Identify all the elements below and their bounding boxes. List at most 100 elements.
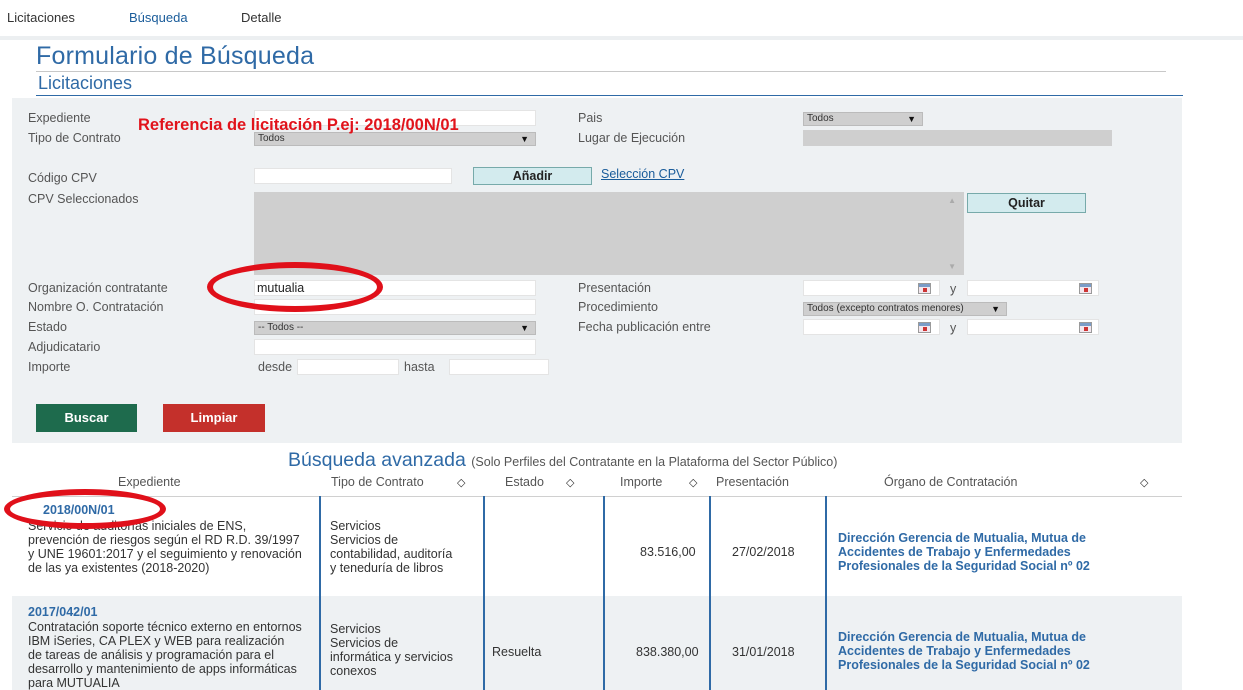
row-divider (12, 496, 1182, 497)
cpv-input[interactable] (254, 168, 452, 184)
desc-line: desarrollo y mantenimiento de apps infor… (28, 662, 297, 676)
reference-hint: Referencia de licitación P.ej: 2018/00N/… (138, 116, 459, 134)
col-header-organo[interactable]: Órgano de Contratación (884, 475, 1017, 489)
column-divider (825, 496, 827, 690)
adjudicatario-input[interactable] (254, 339, 536, 355)
org-line: Profesionales de la Seguridad Social nº … (838, 559, 1090, 573)
nombre-label: Nombre O. Contratación (28, 300, 164, 314)
expediente-link[interactable]: 2017/042/01 (28, 605, 98, 619)
column-divider (603, 496, 605, 690)
importe-label: Importe (28, 360, 71, 374)
row-estado: Resuelta (492, 645, 542, 659)
desc-line: para MUTUALIA (28, 676, 120, 690)
chevron-down-icon: ▼ (520, 134, 529, 144)
section-divider (36, 95, 1183, 96)
org-line: Accidentes de Trabajo y Enfermedades (838, 644, 1071, 658)
sort-icon[interactable]: ◇ (1140, 476, 1148, 489)
desc-line: IBM iSeries, CA PLEX y WEB para realizac… (28, 634, 285, 648)
pais-label: Pais (578, 111, 603, 125)
procedimiento-label: Procedimiento (578, 300, 658, 314)
title-divider (36, 71, 1166, 72)
tipo-line: y teneduría de libros (330, 561, 444, 575)
pais-value: Todos (807, 113, 834, 124)
chevron-down-icon: ▼ (520, 323, 529, 333)
sort-icon[interactable]: ◇ (566, 476, 574, 489)
col-header-tipo[interactable]: Tipo de Contrato (331, 475, 424, 489)
quitar-button[interactable]: Quitar (967, 193, 1086, 213)
organizacion-label: Organización contratante (28, 281, 168, 295)
tab-detalle[interactable]: Detalle (241, 10, 281, 25)
seleccion-cpv-link[interactable]: Selección CPV (601, 167, 684, 181)
col-header-presentacion[interactable]: Presentación (716, 475, 789, 489)
cpv-selected-label: CPV Seleccionados (28, 192, 139, 206)
adjudicatario-label: Adjudicatario (28, 340, 101, 354)
procedimiento-value: Todos (excepto contratos menores) (807, 303, 964, 314)
cpv-selected-list[interactable]: ▲ ▼ (254, 192, 964, 275)
estado-value: -- Todos -- (258, 322, 304, 333)
calendar-icon[interactable] (918, 283, 931, 294)
organo-link[interactable]: Dirección Gerencia de Mutualia, Mutua de… (838, 630, 1090, 672)
tipo-line: Servicios (330, 519, 381, 533)
tipo-line: contabilidad, auditoría (330, 547, 453, 561)
importe-hasta-input[interactable] (449, 359, 549, 375)
lugar-label: Lugar de Ejecución (578, 131, 686, 145)
tipo-line: conexos (330, 664, 377, 678)
scroll-up-icon[interactable]: ▲ (948, 196, 956, 205)
procedimiento-select[interactable]: Todos (excepto contratos menores) ▼ (803, 302, 1007, 316)
calendar-icon[interactable] (1079, 322, 1092, 333)
buscar-button[interactable]: Buscar (36, 404, 137, 432)
tipo-line: Servicios (330, 622, 381, 636)
desc-line: de las ya existentes (2018-2020) (28, 561, 210, 575)
column-divider (483, 496, 485, 690)
limpiar-button[interactable]: Limpiar (163, 404, 265, 432)
col-header-expediente[interactable]: Expediente (118, 475, 181, 489)
advanced-search-note: (Solo Perfiles del Contratante en la Pla… (471, 455, 838, 469)
org-line: Dirección Gerencia de Mutualia, Mutua de (838, 630, 1086, 644)
y-label: y (950, 321, 957, 335)
estado-select[interactable]: -- Todos -- ▼ (254, 321, 536, 335)
sort-icon[interactable]: ◇ (457, 476, 465, 489)
desc-line: Contratación soporte técnico externo en … (28, 620, 302, 634)
org-line: Profesionales de la Seguridad Social nº … (838, 658, 1090, 672)
org-line: Accidentes de Trabajo y Enfermedades (838, 545, 1071, 559)
column-divider (319, 496, 321, 690)
pais-select[interactable]: Todos ▼ (803, 112, 923, 126)
row-importe: 83.516,00 (640, 545, 696, 559)
org-line: Dirección Gerencia de Mutualia, Mutua de (838, 531, 1086, 545)
col-header-importe[interactable]: Importe (620, 475, 662, 489)
row-description: Contratación soporte técnico externo en … (28, 620, 323, 690)
advanced-search-link[interactable]: Búsqueda avanzada (Solo Perfiles del Con… (288, 449, 837, 472)
row-tipo: Servicios Servicios de contabilidad, aud… (330, 519, 480, 575)
calendar-icon[interactable] (1079, 283, 1092, 294)
row-presentacion: 31/01/2018 (732, 645, 795, 659)
row-tipo: Servicios Servicios de informática y ser… (330, 622, 480, 678)
column-divider (709, 496, 711, 690)
tab-busqueda[interactable]: Búsqueda (129, 10, 188, 25)
desde-label: desde (258, 360, 293, 374)
lugar-input[interactable] (803, 130, 1112, 146)
fecha-pub-label: Fecha publicación entre (578, 320, 711, 334)
col-header-estado[interactable]: Estado (505, 475, 544, 489)
desc-line: de tareas de análisis y programación par… (28, 648, 274, 662)
add-cpv-button[interactable]: Añadir (473, 167, 592, 185)
hasta-label: hasta (404, 360, 435, 374)
importe-desde-input[interactable] (297, 359, 399, 375)
top-nav: Licitaciones Búsqueda Detalle (0, 0, 1243, 40)
scroll-down-icon[interactable]: ▼ (948, 262, 956, 271)
sort-icon[interactable]: ◇ (689, 476, 697, 489)
section-title: Licitaciones (38, 73, 133, 93)
tipo-contrato-label: Tipo de Contrato (28, 131, 121, 145)
desc-line: prevención de riesgos según el RD R.D. 3… (28, 533, 300, 547)
advanced-search-title: Búsqueda avanzada (288, 449, 466, 471)
tipo-line: Servicios de (330, 636, 399, 650)
row-presentacion: 27/02/2018 (732, 545, 795, 559)
highlight-ellipse-expediente (4, 489, 166, 529)
page-title: Formulario de Búsqueda (36, 42, 315, 70)
tab-licitaciones[interactable]: Licitaciones (7, 10, 75, 25)
row-importe: 838.380,00 (636, 645, 699, 659)
organo-link[interactable]: Dirección Gerencia de Mutualia, Mutua de… (838, 531, 1090, 573)
estado-label: Estado (28, 320, 67, 334)
calendar-icon[interactable] (918, 322, 931, 333)
chevron-down-icon: ▼ (991, 304, 1000, 314)
cpv-label: Código CPV (28, 171, 97, 185)
